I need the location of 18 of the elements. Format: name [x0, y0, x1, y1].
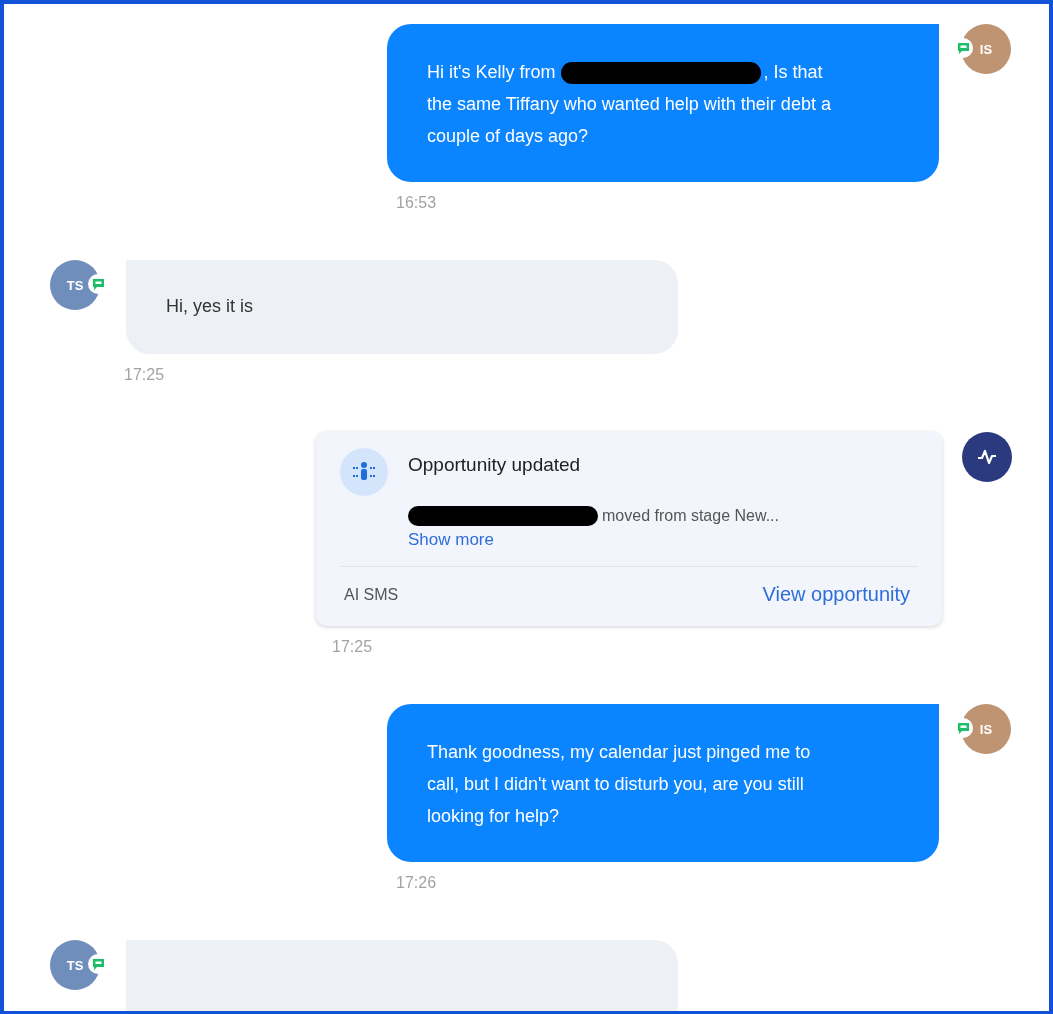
avatar: IS: [961, 24, 1011, 74]
avatar: TS: [50, 260, 100, 310]
activity-detail: moved from stage New...: [602, 507, 779, 525]
message-time: 17:26: [396, 874, 437, 893]
activity-pulse-icon: [962, 432, 1012, 482]
message-time: 17:25: [332, 638, 373, 657]
activity-source: AI SMS: [344, 585, 399, 604]
avatar: TS: [50, 940, 100, 990]
message-time: 17:25: [124, 366, 165, 385]
activity-title: Opportunity updated: [408, 454, 582, 476]
message-bubble: Hi it's Kelly from , Is that the same Tiffany who wanted help with their debt a couple of days ago?: [387, 24, 939, 182]
avatar: IS: [961, 704, 1011, 754]
message-time: 16:53: [396, 194, 437, 213]
view-opportunity-link[interactable]: View opportunity: [762, 583, 910, 606]
show-more-link[interactable]: Show more: [408, 530, 779, 550]
message-bubble: Thank goodness, my calendar just pinged me to call, but I didn't want to disturb you, are you still looking for help?: [387, 704, 939, 862]
people-network-icon: [340, 448, 388, 496]
message-bubble: Hi, yes it is: [126, 260, 678, 354]
